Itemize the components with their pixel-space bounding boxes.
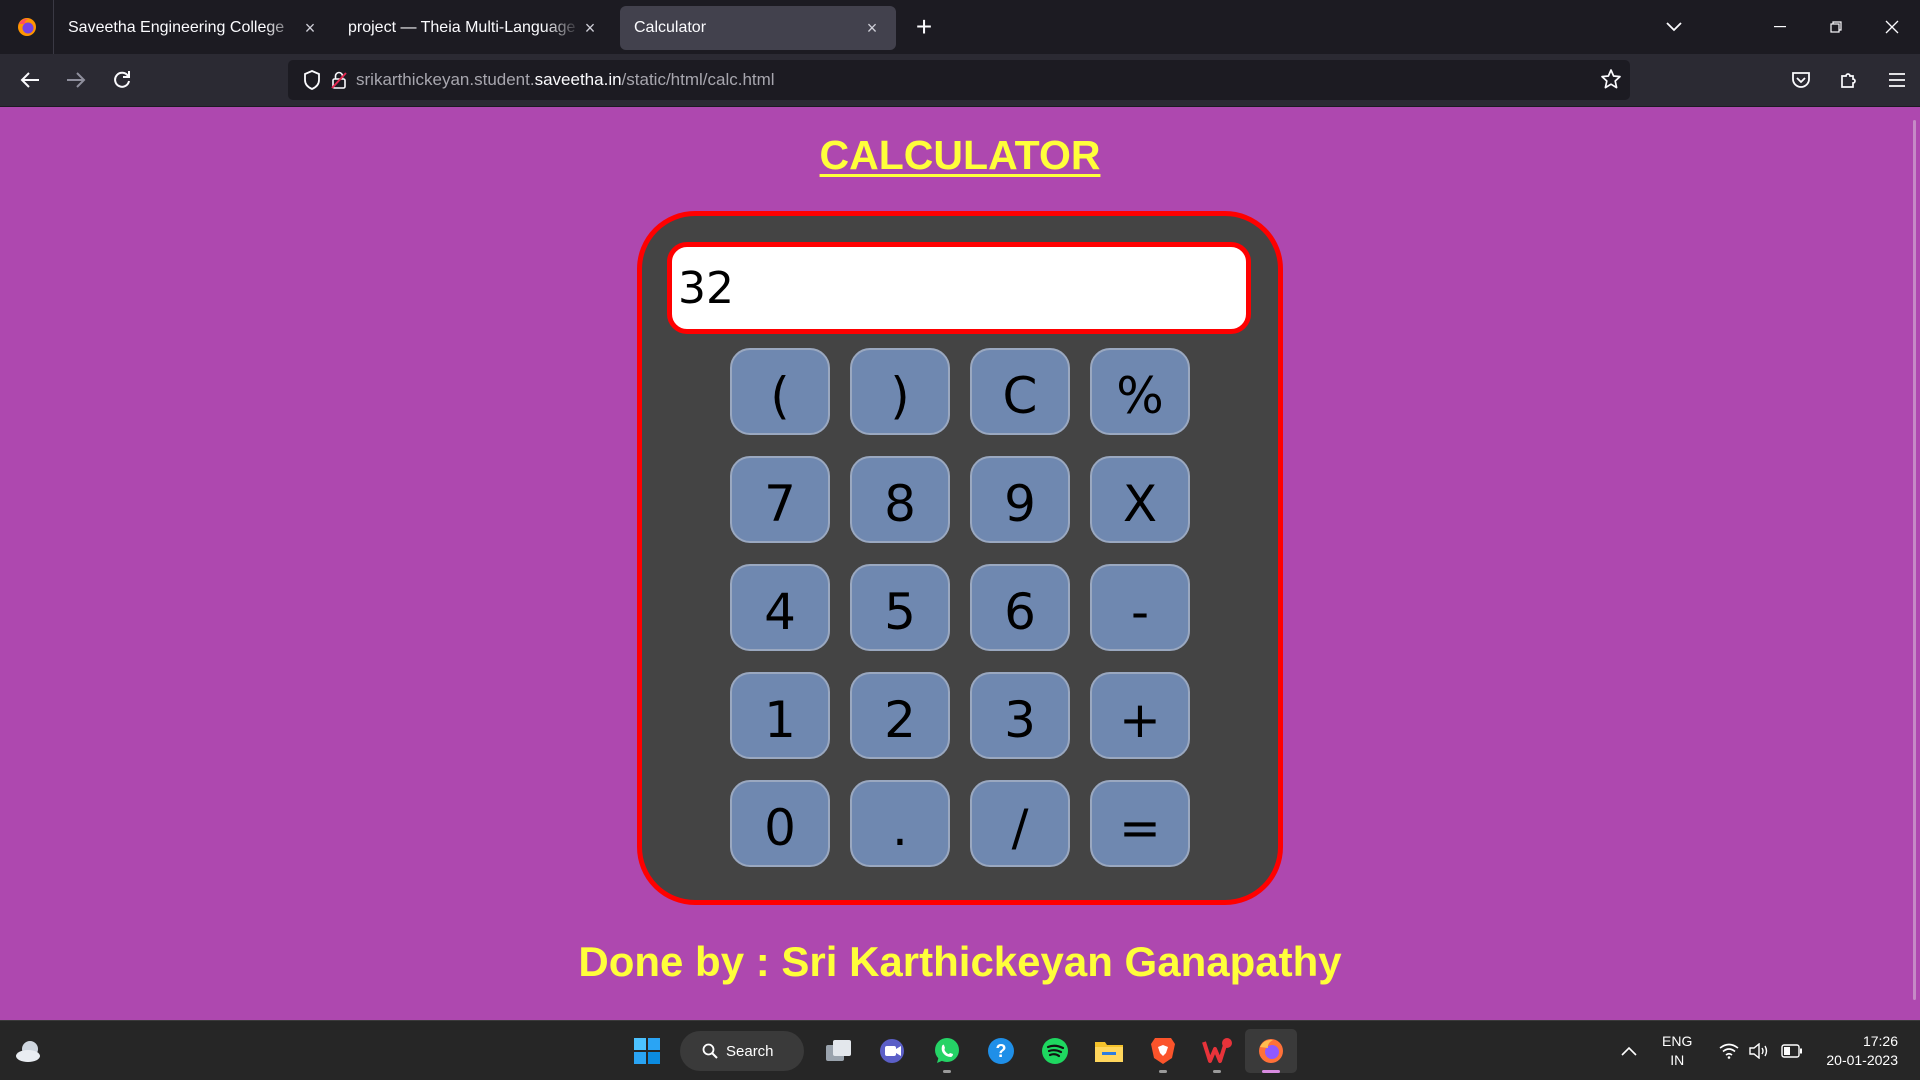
window-controls bbox=[1752, 0, 1920, 54]
wifi-icon[interactable] bbox=[1719, 1043, 1739, 1059]
key-equals[interactable]: = bbox=[1090, 780, 1190, 867]
tracking-protection-shield-icon[interactable] bbox=[296, 60, 328, 100]
key-minus[interactable]: - bbox=[1090, 564, 1190, 651]
taskbar-clock[interactable]: 17:26 20-01-2023 bbox=[1826, 1032, 1898, 1070]
search-label: Search bbox=[726, 1042, 774, 1060]
bookmark-star-icon[interactable] bbox=[1600, 68, 1622, 95]
tab-close-icon[interactable]: × bbox=[300, 18, 320, 39]
task-view-icon[interactable] bbox=[813, 1029, 865, 1073]
pocket-icon[interactable] bbox=[1778, 58, 1824, 102]
input-language-indicator[interactable]: ENG IN bbox=[1662, 1032, 1692, 1070]
tab-close-icon[interactable]: × bbox=[862, 18, 882, 39]
battery-icon[interactable] bbox=[1781, 1044, 1803, 1058]
tab-saveetha[interactable]: Saveetha Engineering College × bbox=[54, 6, 334, 50]
lang-bottom: IN bbox=[1670, 1052, 1685, 1068]
key-9[interactable]: 9 bbox=[970, 456, 1070, 543]
clock-date: 20-01-2023 bbox=[1826, 1052, 1898, 1068]
key-3[interactable]: 3 bbox=[970, 672, 1070, 759]
key-decimal[interactable]: . bbox=[850, 780, 950, 867]
file-explorer-icon[interactable] bbox=[1083, 1029, 1135, 1073]
volume-icon[interactable] bbox=[1749, 1043, 1771, 1059]
key-0[interactable]: 0 bbox=[730, 780, 830, 867]
key-2[interactable]: 2 bbox=[850, 672, 950, 759]
list-all-tabs-chevron-icon[interactable] bbox=[1654, 14, 1694, 40]
windows-taskbar: Search ? ENG IN 17:26 20-01-2023 bbox=[0, 1020, 1920, 1080]
tab-label: project — Theia Multi-Language Exp bbox=[348, 19, 580, 36]
weather-widget-icon[interactable] bbox=[14, 1036, 44, 1071]
url-prefix: srikarthickeyan.student. bbox=[356, 70, 535, 89]
url-host: saveetha.in bbox=[534, 70, 622, 89]
close-window-icon[interactable] bbox=[1864, 0, 1920, 54]
forward-arrow-icon[interactable] bbox=[54, 58, 98, 102]
key-multiply[interactable]: X bbox=[1090, 456, 1190, 543]
browser-tab-bar: Saveetha Engineering College × project —… bbox=[0, 0, 1920, 54]
tab-calculator[interactable]: Calculator × bbox=[620, 6, 896, 50]
windows-start-icon[interactable] bbox=[621, 1029, 673, 1073]
key-8[interactable]: 8 bbox=[850, 456, 950, 543]
key-4[interactable]: 4 bbox=[730, 564, 830, 651]
tab-label: Saveetha Engineering College bbox=[68, 19, 285, 36]
clock-time: 17:26 bbox=[1862, 1033, 1898, 1049]
chrome-divider bbox=[0, 106, 1920, 107]
wps-office-icon[interactable] bbox=[1191, 1029, 1243, 1073]
running-indicator bbox=[1213, 1070, 1221, 1073]
show-hidden-icons-chevron-icon[interactable] bbox=[1621, 1046, 1637, 1056]
page-scrollbar[interactable] bbox=[1913, 120, 1916, 1000]
lang-top: ENG bbox=[1662, 1033, 1693, 1049]
key-clear[interactable]: C bbox=[970, 348, 1070, 435]
firefox-taskbar-icon[interactable] bbox=[1245, 1029, 1297, 1073]
key-7[interactable]: 7 bbox=[730, 456, 830, 543]
url-text: srikarthickeyan.student.saveetha.in/stat… bbox=[356, 70, 775, 90]
key-1[interactable]: 1 bbox=[730, 672, 830, 759]
key-plus[interactable]: + bbox=[1090, 672, 1190, 759]
extensions-puzzle-icon[interactable] bbox=[1826, 58, 1872, 102]
system-tray: ENG IN 17:26 20-01-2023 bbox=[1616, 1021, 1920, 1080]
brave-icon[interactable] bbox=[1137, 1029, 1189, 1073]
hamburger-menu-icon[interactable] bbox=[1874, 58, 1920, 102]
reload-icon[interactable] bbox=[100, 58, 144, 102]
browser-nav-bar: srikarthickeyan.student.saveetha.in/stat… bbox=[0, 54, 1920, 106]
key-percent[interactable]: % bbox=[1090, 348, 1190, 435]
taskbar-search-button[interactable]: Search bbox=[680, 1031, 804, 1071]
teams-meet-icon[interactable] bbox=[867, 1029, 919, 1073]
calculator-keypad: ( ) C % 7 8 9 X 4 5 6 - 1 2 3 + 0 . / = bbox=[730, 348, 1190, 867]
svg-text:?: ? bbox=[996, 1041, 1007, 1061]
tab-label: Calculator bbox=[634, 19, 707, 36]
tab-project-theia[interactable]: project — Theia Multi-Language Exp × bbox=[334, 6, 614, 50]
search-icon bbox=[702, 1043, 718, 1059]
key-open-paren[interactable]: ( bbox=[730, 348, 830, 435]
firefox-menu-icon[interactable] bbox=[0, 0, 54, 54]
new-tab-button[interactable]: + bbox=[904, 7, 944, 47]
url-path: /static/html/calc.html bbox=[621, 70, 775, 89]
page-title: CALCULATOR bbox=[819, 132, 1101, 178]
toolbar-right bbox=[1776, 58, 1920, 102]
address-bar[interactable]: srikarthickeyan.student.saveetha.in/stat… bbox=[288, 60, 1630, 100]
whatsapp-icon[interactable] bbox=[921, 1029, 973, 1073]
key-6[interactable]: 6 bbox=[970, 564, 1070, 651]
active-indicator bbox=[1262, 1070, 1280, 1073]
author-credit: Done by : Sri Karthickeyan Ganapathy bbox=[578, 938, 1342, 985]
insecure-lock-icon[interactable] bbox=[328, 60, 350, 100]
restore-icon[interactable] bbox=[1808, 0, 1864, 54]
tab-close-icon[interactable]: × bbox=[580, 18, 600, 39]
running-indicator bbox=[943, 1070, 951, 1073]
back-arrow-icon[interactable] bbox=[8, 58, 52, 102]
running-indicator bbox=[1159, 1070, 1167, 1073]
taskbar-apps: Search ? bbox=[620, 1029, 1298, 1073]
key-close-paren[interactable]: ) bbox=[850, 348, 950, 435]
minimize-icon[interactable] bbox=[1752, 0, 1808, 54]
key-5[interactable]: 5 bbox=[850, 564, 950, 651]
key-divide[interactable]: / bbox=[970, 780, 1070, 867]
help-icon[interactable]: ? bbox=[975, 1029, 1027, 1073]
spotify-icon[interactable] bbox=[1029, 1029, 1081, 1073]
calculator-display[interactable]: 32 bbox=[667, 242, 1251, 334]
